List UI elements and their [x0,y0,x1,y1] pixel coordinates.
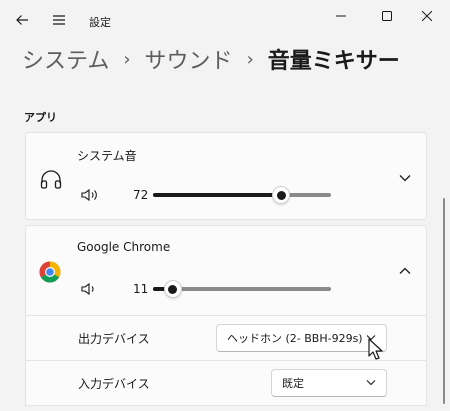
output-device-dropdown[interactable]: ヘッドホン (2- BBH-929s) [216,324,387,352]
output-device-value: ヘッドホン (2- BBH-929s) [227,332,363,345]
chevron-down-icon [366,380,376,386]
speaker-icon[interactable] [81,282,99,296]
back-button[interactable] [8,6,36,34]
breadcrumb: システム › サウンド › 音量ミキサー [22,42,400,76]
breadcrumb-item-system[interactable]: システム [22,43,109,75]
chevron-up-icon[interactable] [399,267,411,275]
breadcrumb-separator: › [246,48,254,70]
app-name: システム音 [77,149,137,163]
output-device-row: 出力デバイス ヘッドホン (2- BBH-929s) [25,316,427,361]
breadcrumb-item-sound[interactable]: サウンド [145,43,233,75]
mouse-cursor-icon [368,338,383,360]
apps-section-label: アプリ [24,111,57,124]
output-device-label: 出力デバイス [78,332,150,346]
maximize-icon [382,11,392,21]
chevron-down-icon[interactable] [399,174,411,182]
app-card-google-chrome: Google Chrome 11 [25,225,427,316]
breadcrumb-item-volume-mixer: 音量ミキサー [267,49,400,74]
close-icon [422,11,432,21]
headphones-icon [40,170,62,189]
input-device-row: 入力デバイス 既定 [25,361,427,406]
speaker-icon[interactable] [81,188,99,202]
input-device-value: 既定 [282,377,304,390]
minimize-button[interactable] [318,0,364,32]
volume-slider-thumb[interactable] [163,280,182,298]
app-card-system-sounds: システム音 72 [25,132,427,220]
back-arrow-icon [16,15,28,25]
volume-value: 72 [133,188,149,202]
breadcrumb-separator: › [123,48,131,70]
window-title: 設定 [89,16,111,29]
close-button[interactable] [404,0,450,32]
hamburger-icon [53,15,65,25]
volume-value: 11 [133,282,149,296]
scrollbar[interactable] [443,198,445,404]
volume-slider-thumb[interactable] [272,186,291,204]
menu-button[interactable] [45,6,73,34]
chrome-icon [39,261,61,283]
minimize-icon [336,15,346,17]
input-device-label: 入力デバイス [78,377,150,391]
volume-slider[interactable] [153,193,331,197]
input-device-dropdown[interactable]: 既定 [271,369,387,397]
volume-slider-fill [153,193,282,197]
title-bar: 設定 [0,0,450,44]
app-name: Google Chrome [77,240,171,254]
